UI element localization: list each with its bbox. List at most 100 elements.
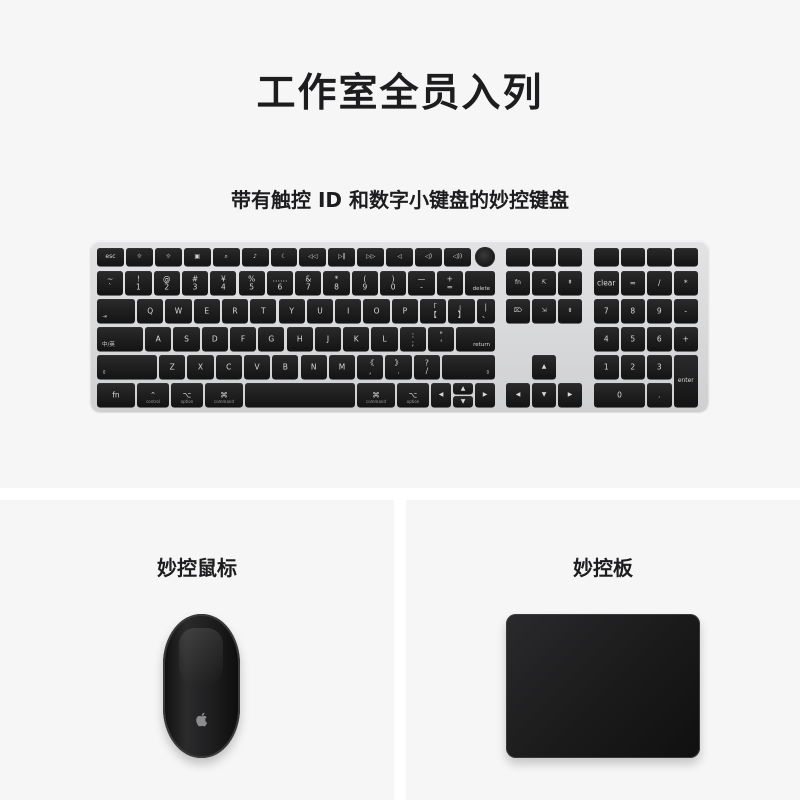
function-key: ▣ [183, 248, 211, 266]
key-label: ☼ [165, 253, 171, 260]
keyboard-product-title: 带有触控 ID 和数字小键盘的妙控键盘 [231, 188, 569, 212]
tab-key: ⇥ [97, 299, 135, 323]
page-title: 工作室全员入列 [256, 71, 544, 116]
key-label: S [184, 334, 189, 344]
function-key: ◁)) [444, 248, 471, 266]
numpad-key: 8 [620, 299, 645, 323]
key-label: N [310, 362, 317, 372]
numpad-key: 7 [594, 299, 619, 323]
letter-key: C [215, 355, 242, 379]
key-label: clear [596, 278, 616, 288]
key-label: = [629, 278, 636, 288]
key-label: C [226, 362, 232, 372]
number-key: ( 9 [351, 271, 378, 295]
key-label: % 5 [248, 274, 256, 291]
key-label: + [682, 334, 689, 344]
modifier-key: ⌥ option [171, 383, 203, 407]
letter-key: R [221, 299, 249, 323]
letter-key: : ; [399, 327, 426, 351]
key-label: : ; [411, 330, 415, 347]
key-label: # 3 [191, 274, 199, 291]
letter-key: M [328, 355, 356, 379]
numpad-key: 9 [647, 299, 672, 323]
modifier-key: ⌘ command [357, 383, 395, 407]
key-label: @ 2 [162, 274, 171, 291]
key-label: ) 0 [390, 274, 396, 291]
key-label: ♪ [253, 253, 257, 260]
navigation-key: ⇲ [532, 299, 556, 323]
navigation-key: ⇟ [558, 299, 582, 323]
letter-key: Q [137, 299, 164, 323]
key-label: 1 [603, 362, 609, 372]
key-label: ▶ [567, 391, 573, 398]
magic-trackpad-image [506, 614, 700, 758]
numpad-key: / [647, 271, 672, 295]
function-key [647, 248, 672, 266]
key-label: ▼ [460, 397, 466, 405]
key-label: fn [515, 279, 521, 286]
key-label: ⇞ [567, 279, 573, 286]
number-key: ) 0 [380, 271, 407, 295]
function-key [673, 248, 698, 266]
letter-key: U [306, 299, 334, 323]
apple-logo-icon [196, 712, 208, 727]
key-label: & 7 [305, 274, 312, 291]
key-label: ▶ [482, 391, 488, 398]
key-sublabel: command [214, 399, 234, 404]
function-key [532, 248, 556, 266]
key-label: D [211, 334, 218, 344]
key-label: ▷▷ [366, 253, 376, 260]
magic-keyboard-image: esc ☼ ☼ ▣ ⌕ ♪ ☾ ◁◁ ▷‖ ▷▷ ◁ ◁) ◁)) ~ ` ! 1 @ 2 # 3 ¥ 4 % 5 …… [91, 241, 708, 411]
function-key: ☾ [270, 248, 298, 266]
shift-key: ⇧ [97, 355, 157, 379]
key-label: ◁◁ [308, 253, 318, 260]
key-label: ⌥ [408, 390, 418, 400]
letter-key: J [314, 327, 342, 351]
key-label: ? / [424, 358, 429, 375]
esc-key: esc [97, 248, 124, 266]
key-label: M [338, 362, 346, 372]
letter-key: Y [278, 299, 305, 323]
key-label: ⇧ [102, 369, 107, 376]
key-label: ◀ [515, 391, 521, 398]
arrow-up-key: ▲ [453, 383, 473, 394]
navigation-key: ⇞ [558, 271, 582, 295]
letter-key: G [258, 327, 285, 351]
key-label: ☼ [136, 253, 143, 260]
navigation-key: ⇱ [532, 271, 556, 295]
key-label: 3 [656, 362, 662, 372]
letter-key: | 、 [476, 299, 495, 323]
arrow-key: ▶ [558, 383, 582, 407]
function-key: ◁◁ [299, 248, 327, 266]
key-label: 8 [630, 306, 636, 316]
key-label: ☾ [281, 253, 287, 260]
key-label: ! 1 [136, 274, 141, 291]
touch-id-icon [475, 247, 495, 267]
function-key: ☼ [154, 248, 182, 266]
number-key: ~ ` [97, 271, 124, 295]
key-label: fn [112, 390, 120, 400]
numpad-key: . [647, 383, 672, 407]
key-label: ◀ [438, 391, 444, 398]
key-label: | 、 [482, 302, 490, 319]
function-key [506, 248, 530, 266]
letter-key: " ' [428, 327, 455, 351]
letter-key: Z [159, 355, 186, 379]
function-key: ◁ [386, 248, 414, 266]
key-label: W [174, 306, 183, 316]
key-label: 》 . [394, 358, 403, 375]
key-label: P [402, 306, 408, 316]
numpad-enter-key: enter [673, 355, 698, 407]
key-label: L [382, 334, 387, 344]
key-sublabel: option [406, 399, 420, 404]
key-label: G [268, 334, 275, 344]
navigation-key: fn [506, 271, 530, 295]
key-label: ⌦ [513, 307, 523, 314]
key-label: * 8 [334, 274, 339, 291]
function-key [620, 248, 645, 266]
key-label: " ' [439, 330, 443, 347]
key-sublabel: control [146, 399, 160, 404]
key-label: ⇥ [102, 313, 107, 320]
key-label: 2 [630, 362, 636, 372]
key-label: V [254, 362, 260, 372]
